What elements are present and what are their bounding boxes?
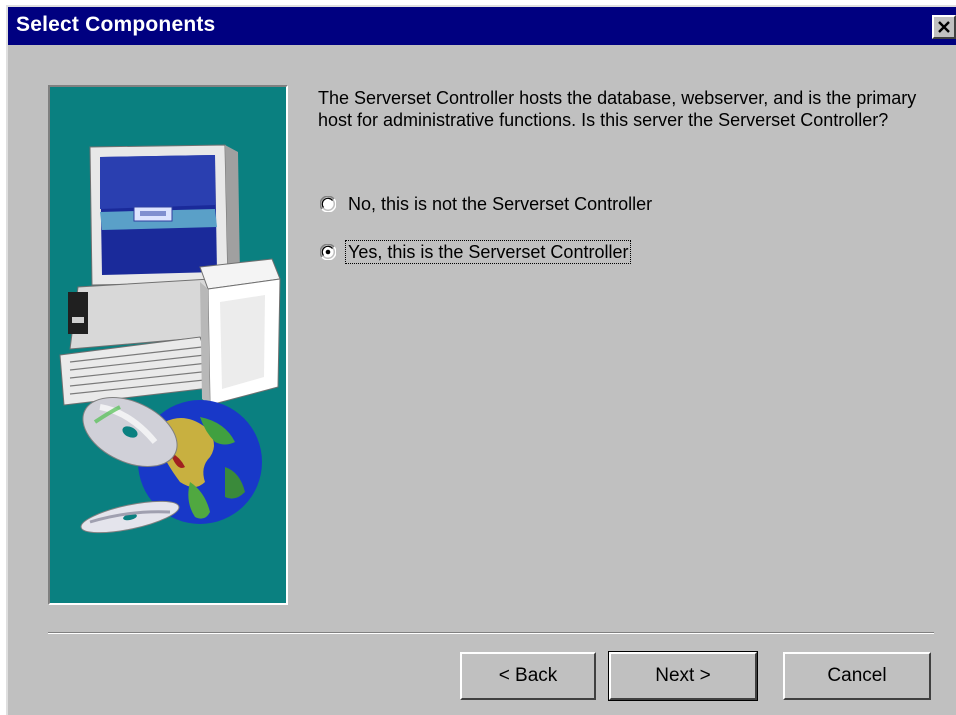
computer-and-globe-illustration (59, 144, 281, 534)
button-separator (48, 632, 934, 634)
next-button-label: Next > (655, 665, 711, 686)
setup-dialog: Select Components The Serverset Controll… (6, 5, 956, 715)
next-button[interactable]: Next > (608, 651, 758, 701)
close-icon (938, 21, 950, 33)
title-bar: Select Components (8, 7, 956, 45)
cancel-button[interactable]: Cancel (783, 652, 931, 700)
radio-button-selected-icon[interactable] (320, 244, 336, 260)
window-title: Select Components (16, 13, 216, 36)
wizard-illustration (48, 85, 288, 605)
back-button[interactable]: < Back (460, 652, 596, 700)
description-text: The Serverset Controller hosts the datab… (318, 88, 917, 130)
radio-option-is-controller[interactable]: Yes, this is the Serverset Controller (320, 239, 632, 265)
monitor-illustration (89, 144, 240, 286)
radio-label-is-controller[interactable]: Yes, this is the Serverset Controller (344, 240, 632, 264)
radio-button-unselected-icon[interactable] (320, 196, 336, 212)
close-button[interactable] (932, 15, 956, 39)
radio-option-not-controller[interactable]: No, this is not the Serverset Controller (320, 191, 654, 217)
back-button-label: < Back (498, 665, 558, 686)
radio-label-not-controller[interactable]: No, this is not the Serverset Controller (346, 193, 654, 215)
cancel-button-label: Cancel (827, 665, 887, 686)
